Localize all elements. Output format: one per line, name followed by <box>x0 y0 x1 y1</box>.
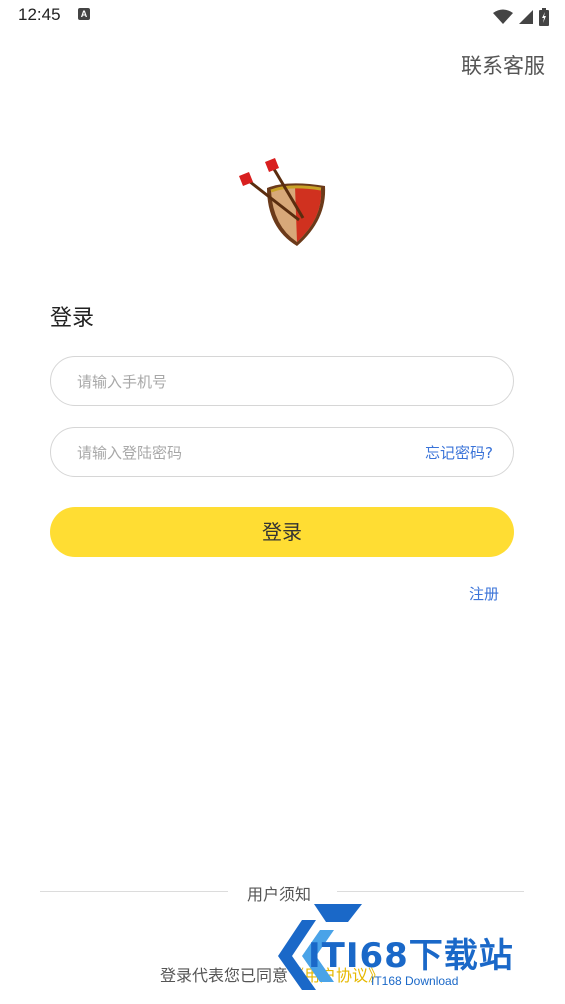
agreement-prefix: 登录代表您已同意 <box>160 966 289 985</box>
battery-icon <box>539 7 549 26</box>
phone-input[interactable] <box>75 357 419 407</box>
notification-icon: A <box>78 8 90 20</box>
signal-icon <box>518 9 533 24</box>
status-bar: 12:45 A <box>0 0 565 32</box>
user-agreement-link[interactable]: 《用户协议》 <box>288 966 384 985</box>
divider-left <box>40 891 228 892</box>
login-button[interactable]: 登录 <box>50 507 514 557</box>
app-logo <box>237 158 329 250</box>
status-time: 12:45 <box>18 5 61 24</box>
status-icons <box>492 6 549 26</box>
register-link[interactable]: 注册 <box>469 583 499 604</box>
agreement-text: 登录代表您已同意《用户协议》 <box>160 962 384 986</box>
user-notice-title: 用户须知 <box>247 885 312 904</box>
password-field[interactable]: 忘记密码? <box>50 427 514 478</box>
password-input[interactable] <box>75 428 419 478</box>
login-title: 登录 <box>50 306 95 331</box>
divider-right <box>337 891 524 892</box>
phone-field[interactable] <box>50 356 514 407</box>
forgot-password-link[interactable]: 忘记密码? <box>425 442 493 463</box>
shield-arrows-logo-icon <box>239 158 326 246</box>
contact-support-link[interactable]: 联系客服 <box>461 50 545 80</box>
wifi-icon <box>492 9 513 24</box>
watermark-subtext: IT168 Download <box>371 974 459 988</box>
